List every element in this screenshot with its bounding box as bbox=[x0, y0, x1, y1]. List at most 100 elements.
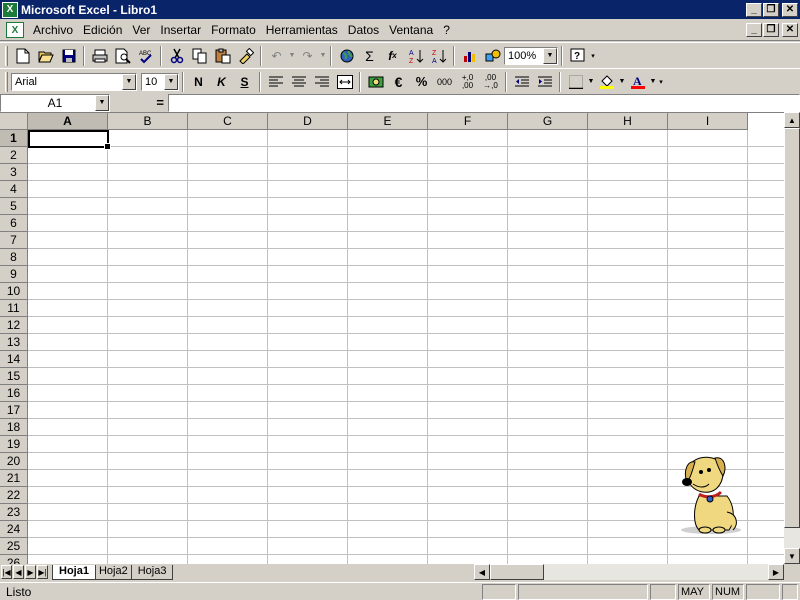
print-preview-icon[interactable] bbox=[111, 45, 134, 67]
row-header-23[interactable]: 23 bbox=[0, 504, 28, 521]
sheet-tab-hoja1[interactable]: Hoja1 bbox=[52, 565, 96, 580]
increase-decimal-icon[interactable]: +,0,00 bbox=[456, 71, 479, 93]
formula-input[interactable] bbox=[168, 94, 800, 112]
toolbar-grip[interactable] bbox=[5, 45, 8, 66]
column-header-f[interactable]: F bbox=[428, 113, 508, 130]
column-header-b[interactable]: B bbox=[108, 113, 188, 130]
row-header-14[interactable]: 14 bbox=[0, 351, 28, 368]
chevron-down-icon[interactable]: ▼ bbox=[122, 73, 136, 90]
format-painter-icon[interactable] bbox=[234, 45, 257, 67]
chevron-down-icon[interactable]: ▼ bbox=[543, 47, 557, 64]
doc-minimize-button[interactable]: _ bbox=[746, 23, 762, 37]
currency-icon[interactable] bbox=[364, 71, 387, 93]
row-header-10[interactable]: 10 bbox=[0, 283, 28, 300]
italic-button[interactable]: K bbox=[210, 71, 233, 93]
redo-dropdown[interactable]: ▼ bbox=[319, 45, 327, 67]
excel-app-icon[interactable]: X bbox=[2, 1, 18, 18]
new-icon[interactable] bbox=[11, 45, 34, 67]
menu-archivo[interactable]: Archivo bbox=[28, 23, 78, 37]
minimize-button[interactable]: _ bbox=[746, 2, 762, 17]
prev-sheet-button[interactable]: ◀ bbox=[13, 565, 24, 579]
sort-ascending-icon[interactable]: AZ bbox=[404, 45, 427, 67]
menu-ventana[interactable]: Ventana bbox=[384, 23, 438, 37]
align-center-icon[interactable] bbox=[287, 71, 310, 93]
row-header-17[interactable]: 17 bbox=[0, 402, 28, 419]
next-sheet-button[interactable]: ▶ bbox=[25, 565, 36, 579]
row-header-4[interactable]: 4 bbox=[0, 181, 28, 198]
column-header-a[interactable]: A bbox=[28, 113, 108, 130]
copy-icon[interactable] bbox=[188, 45, 211, 67]
row-header-24[interactable]: 24 bbox=[0, 521, 28, 538]
chart-wizard-icon[interactable] bbox=[458, 45, 481, 67]
increase-indent-icon[interactable] bbox=[533, 71, 556, 93]
borders-icon[interactable] bbox=[564, 71, 587, 93]
close-button[interactable]: ✕ bbox=[782, 2, 798, 17]
underline-button[interactable]: S bbox=[233, 71, 256, 93]
decrease-decimal-icon[interactable]: ,00 →,0 bbox=[479, 71, 502, 93]
menu-insertar[interactable]: Insertar bbox=[155, 23, 206, 37]
row-header-13[interactable]: 13 bbox=[0, 334, 28, 351]
scroll-down-button[interactable]: ▼ bbox=[784, 548, 800, 564]
fill-color-icon[interactable] bbox=[595, 71, 618, 93]
edit-formula-button[interactable]: = bbox=[110, 94, 168, 112]
save-icon[interactable] bbox=[57, 45, 80, 67]
column-header-i[interactable]: I bbox=[668, 113, 748, 130]
row-header-6[interactable]: 6 bbox=[0, 215, 28, 232]
row-header-7[interactable]: 7 bbox=[0, 232, 28, 249]
menu-edicion[interactable]: Edición bbox=[78, 23, 127, 37]
row-header-18[interactable]: 18 bbox=[0, 419, 28, 436]
bold-button[interactable]: N bbox=[187, 71, 210, 93]
workbook-icon[interactable]: X bbox=[6, 22, 24, 38]
vertical-scrollbar[interactable]: ▲ ▼ bbox=[784, 112, 800, 564]
row-header-9[interactable]: 9 bbox=[0, 266, 28, 283]
name-box[interactable]: A1 ▼ bbox=[0, 94, 110, 112]
row-header-11[interactable]: 11 bbox=[0, 300, 28, 317]
scroll-up-button[interactable]: ▲ bbox=[784, 112, 800, 128]
align-right-icon[interactable] bbox=[310, 71, 333, 93]
row-header-22[interactable]: 22 bbox=[0, 487, 28, 504]
paste-icon[interactable] bbox=[211, 45, 234, 67]
row-header-1[interactable]: 1 bbox=[0, 130, 28, 147]
zoom-select[interactable]: 100% ▼ bbox=[504, 46, 558, 65]
column-header-h[interactable]: H bbox=[588, 113, 668, 130]
drawing-icon[interactable] bbox=[481, 45, 504, 67]
row-header-20[interactable]: 20 bbox=[0, 453, 28, 470]
font-size-select[interactable]: 10 ▼ bbox=[141, 72, 179, 91]
vertical-scroll-thumb[interactable] bbox=[784, 128, 800, 528]
font-select[interactable]: Arial ▼ bbox=[11, 72, 137, 91]
row-header-26[interactable]: 26 bbox=[0, 555, 28, 564]
column-header-c[interactable]: C bbox=[188, 113, 268, 130]
column-header-g[interactable]: G bbox=[508, 113, 588, 130]
chevron-down-icon[interactable]: ▼ bbox=[95, 95, 109, 111]
active-cell[interactable] bbox=[28, 130, 111, 150]
open-icon[interactable] bbox=[34, 45, 57, 67]
toolbar-options-dropdown[interactable]: ▾ bbox=[589, 45, 597, 67]
menu-formato[interactable]: Formato bbox=[206, 23, 261, 37]
chevron-down-icon[interactable]: ▼ bbox=[164, 73, 178, 90]
restore-button[interactable]: ❐ bbox=[763, 2, 779, 17]
spelling-icon[interactable]: ABC bbox=[134, 45, 157, 67]
doc-close-button[interactable]: ✕ bbox=[782, 23, 798, 37]
row-header-19[interactable]: 19 bbox=[0, 436, 28, 453]
autosum-icon[interactable]: Σ bbox=[358, 45, 381, 67]
fill-color-dropdown[interactable]: ▼ bbox=[618, 71, 626, 93]
row-header-25[interactable]: 25 bbox=[0, 538, 28, 555]
row-header-12[interactable]: 12 bbox=[0, 317, 28, 334]
column-header-d[interactable]: D bbox=[268, 113, 348, 130]
column-header-e[interactable]: E bbox=[348, 113, 428, 130]
sheet-tab-hoja2[interactable]: Hoja2 bbox=[91, 565, 135, 580]
print-icon[interactable] bbox=[88, 45, 111, 67]
web-icon[interactable] bbox=[335, 45, 358, 67]
toolbar-grip[interactable] bbox=[5, 71, 8, 92]
row-header-15[interactable]: 15 bbox=[0, 368, 28, 385]
horizontal-scroll-thumb[interactable] bbox=[490, 564, 544, 580]
row-header-2[interactable]: 2 bbox=[0, 147, 28, 164]
cell-area[interactable] bbox=[28, 130, 784, 564]
last-sheet-button[interactable]: ▶| bbox=[37, 565, 48, 579]
menu-herramientas[interactable]: Herramientas bbox=[261, 23, 343, 37]
office-assistant-dog-icon[interactable] bbox=[677, 452, 743, 536]
row-header-16[interactable]: 16 bbox=[0, 385, 28, 402]
percent-icon[interactable]: % bbox=[410, 71, 433, 93]
help-icon[interactable]: ? bbox=[566, 45, 589, 67]
toolbar-options-dropdown[interactable]: ▾ bbox=[657, 71, 665, 93]
